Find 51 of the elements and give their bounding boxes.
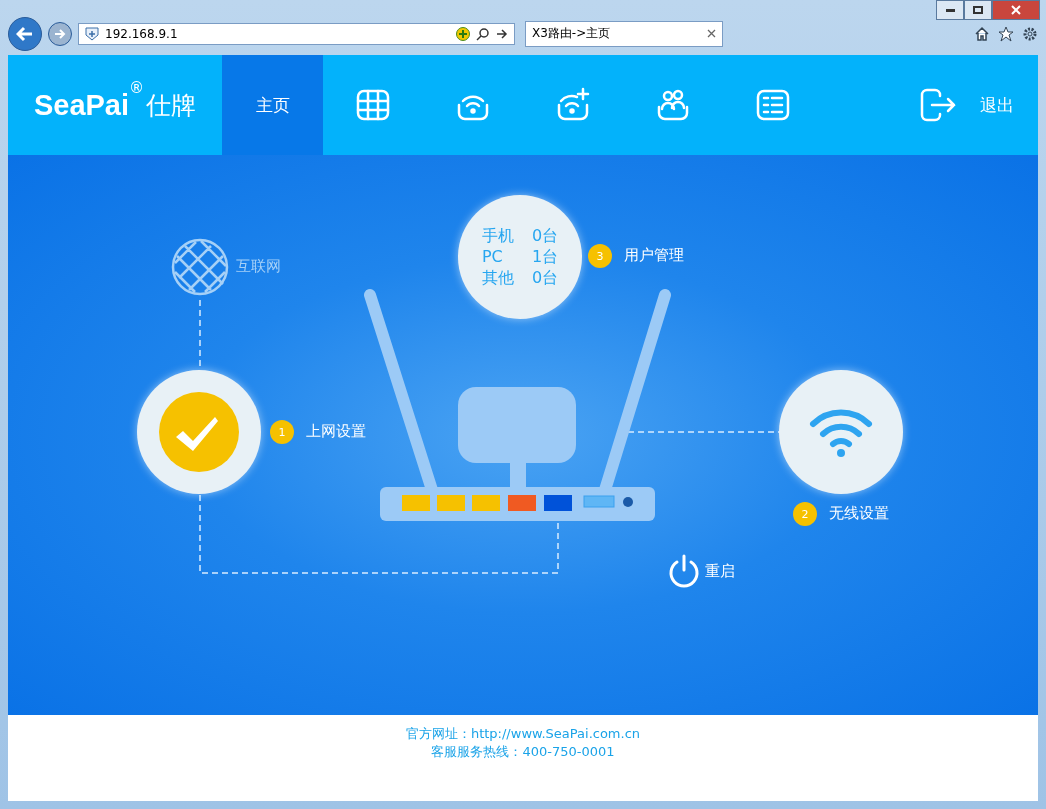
device-type: 手机 bbox=[481, 226, 515, 246]
shield-icon bbox=[85, 26, 99, 41]
address-field[interactable]: 192.168.9.1 bbox=[78, 22, 515, 45]
forward-button[interactable] bbox=[48, 21, 72, 46]
globe-icon bbox=[171, 238, 229, 296]
step-link[interactable]: 用户管理 bbox=[624, 246, 684, 265]
logo: SeaPai$^{®}$ 仕牌 bbox=[32, 78, 198, 123]
footer-text: 客服服务热线：400-750-0001 bbox=[431, 743, 615, 761]
back-arrow-icon bbox=[16, 25, 34, 42]
nav-tab[interactable]: 主页 bbox=[222, 55, 323, 155]
internet-label: 互联网 bbox=[236, 257, 281, 276]
minimize-button[interactable] bbox=[936, 0, 964, 20]
restart-link[interactable]: 重启 bbox=[705, 562, 735, 581]
close-icon[interactable] bbox=[707, 29, 716, 38]
close-icon bbox=[1011, 5, 1021, 15]
close-button[interactable] bbox=[992, 0, 1040, 20]
footer-text: 官方网址：http://www.SeaPai.com.cn bbox=[405, 725, 641, 743]
wifi-plus-icon bbox=[555, 87, 591, 123]
browser-tab[interactable]: X3路由->主页 bbox=[525, 20, 723, 47]
power-icon[interactable] bbox=[668, 554, 700, 588]
maximize-button[interactable] bbox=[964, 0, 992, 20]
device-type: PC bbox=[481, 247, 504, 267]
settings-icon[interactable] bbox=[1022, 25, 1038, 42]
refresh-arrow-icon[interactable] bbox=[496, 27, 508, 40]
maximize-icon bbox=[973, 6, 983, 14]
device-count: 0台 bbox=[531, 268, 559, 288]
back-button[interactable] bbox=[8, 16, 42, 51]
device-type: 其他 bbox=[481, 268, 515, 288]
grid-icon bbox=[355, 87, 391, 123]
step-number: 1 bbox=[270, 420, 294, 444]
step-number: 3 bbox=[588, 244, 612, 268]
tab-title: X3路由->主页 bbox=[532, 25, 612, 42]
step-link[interactable]: 无线设置 bbox=[829, 504, 889, 523]
wifi-circle[interactable] bbox=[779, 370, 903, 494]
users-icon bbox=[655, 87, 691, 123]
logout-link[interactable]: 退出 bbox=[980, 93, 1014, 117]
list-icon bbox=[755, 87, 791, 123]
status-circle[interactable] bbox=[137, 370, 261, 494]
minimize-icon bbox=[945, 8, 955, 12]
address-text: 192.168.9.1 bbox=[105, 26, 179, 41]
forward-arrow-icon bbox=[54, 28, 66, 39]
device-count: 1台 bbox=[531, 247, 559, 267]
star-icon[interactable] bbox=[998, 25, 1014, 42]
plus-icon[interactable] bbox=[456, 26, 470, 41]
checkmark-icon bbox=[159, 392, 239, 472]
step-number: 2 bbox=[793, 502, 817, 526]
devices-circle[interactable]: 手机 0台 PC 1台 其他 0台 bbox=[458, 195, 582, 319]
step-link[interactable]: 上网设置 bbox=[306, 422, 366, 441]
device-count: 0台 bbox=[531, 226, 559, 246]
search-icon[interactable] bbox=[476, 26, 490, 41]
home-icon[interactable] bbox=[974, 25, 990, 42]
